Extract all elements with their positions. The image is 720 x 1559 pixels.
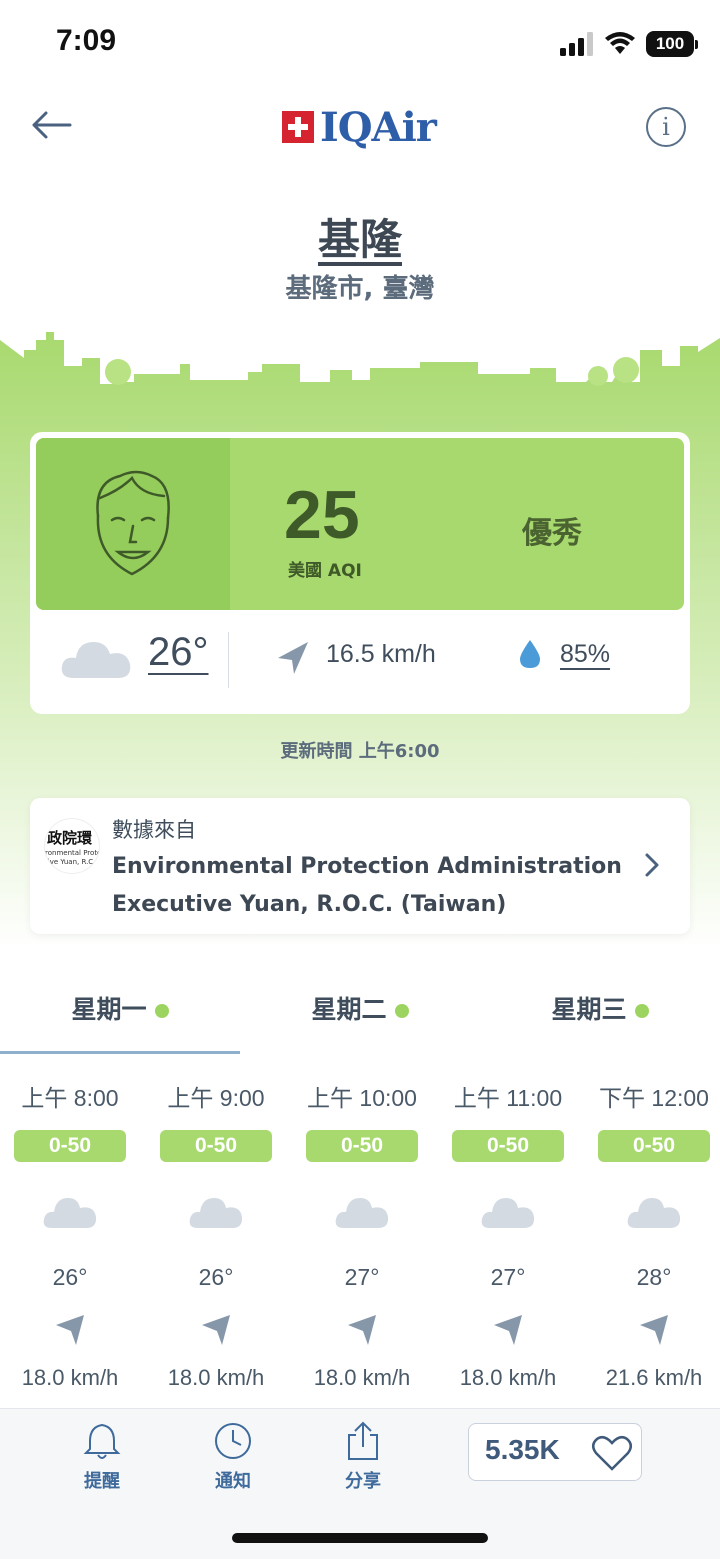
aqi-card[interactable]: 25 美國 AQI 優秀 26° 16.5 km/h 85% [30, 432, 690, 714]
city-name[interactable]: 基隆 [0, 206, 720, 267]
battery-indicator: 100 [646, 31, 698, 57]
back-arrow-icon [32, 111, 72, 139]
bell-icon [83, 1423, 121, 1459]
reminder-label: 提醒 [84, 1471, 120, 1492]
face-icon [96, 470, 170, 576]
divider [228, 632, 229, 688]
status-dot [634, 1004, 649, 1018]
hour-wind: 18.0 km/h [21, 1365, 119, 1390]
source-title: 數據來自 [112, 818, 196, 842]
share-button[interactable]: 分享 [323, 1421, 403, 1493]
reminder-button[interactable]: 提醒 [62, 1421, 142, 1493]
cloud-icon [189, 1198, 243, 1228]
status-icons: 100 [560, 28, 698, 60]
home-indicator [232, 1533, 488, 1543]
aqi-value: 25 [284, 477, 360, 553]
weather-row: 26° 16.5 km/h 85% [30, 622, 690, 704]
clock-icon [215, 1423, 251, 1459]
signal-icon [560, 32, 593, 56]
hour-time: 下午 12:00 [599, 1085, 709, 1111]
humidity[interactable]: 85% [560, 640, 610, 669]
cloud-icon [335, 1198, 389, 1228]
day-tabs: 星期一 星期二 星期三 [0, 990, 720, 1056]
wind-direction-icon [494, 1315, 522, 1345]
hour-wind: 18.0 km/h [459, 1365, 557, 1390]
wind-speed: 16.5 km/h [326, 640, 436, 668]
hour-temp: 28° [636, 1264, 672, 1290]
status-time: 7:09 [56, 24, 117, 57]
cloud-icon [43, 1198, 97, 1228]
updated-time: 更新時間 上午6:00 [280, 741, 440, 762]
cloud-icon [61, 642, 131, 678]
top-navigation: IQAir i [0, 95, 720, 159]
hour-time: 上午 11:00 [453, 1085, 563, 1111]
back-button[interactable] [28, 105, 74, 145]
hour-temp: 27° [344, 1264, 380, 1290]
hour-time: 上午 9:00 [167, 1085, 265, 1111]
hour-wind: 21.6 km/h [605, 1365, 703, 1390]
wind-direction-icon [348, 1315, 376, 1345]
info-button[interactable]: i [646, 107, 686, 147]
status-dot [154, 1004, 169, 1018]
tab-tuesday[interactable]: 星期二 [240, 990, 480, 1054]
hour-temp: 26° [52, 1264, 88, 1290]
swiss-cross-icon [282, 111, 314, 143]
hour-item: 上午 9:00 0-50 26° 18.0 km/h [143, 1076, 289, 1391]
wind-direction-icon [56, 1315, 84, 1345]
tab-monday[interactable]: 星期一 [0, 990, 240, 1054]
heart-icon [592, 1435, 632, 1471]
share-label: 分享 [345, 1471, 381, 1492]
hour-wind: 18.0 km/h [313, 1365, 411, 1390]
hour-wind: 18.0 km/h [167, 1365, 265, 1390]
hour-time: 上午 8:00 [21, 1085, 119, 1111]
chevron-right-icon [645, 853, 659, 877]
like-count: 5.35K [485, 1434, 560, 1465]
cloud-icon [627, 1198, 681, 1228]
bottom-toolbar: 提醒 通知 分享 5.35K [0, 1408, 720, 1559]
data-source-card[interactable]: 政院環 ronmental Protec tive Yuan, R.C 數據來自 … [30, 798, 690, 934]
tab-wednesday[interactable]: 星期三 [480, 990, 720, 1054]
hour-item: 上午 11:00 0-50 27° 18.0 km/h [435, 1076, 581, 1391]
hour-aqi-badge: 0-50 [598, 1130, 710, 1162]
share-icon [348, 1421, 378, 1460]
hour-aqi-badge: 0-50 [160, 1130, 272, 1162]
hour-time: 上午 10:00 [307, 1085, 417, 1111]
hour-aqi-badge: 0-50 [306, 1130, 418, 1162]
wind-direction-icon [640, 1315, 668, 1345]
cloud-icon [481, 1198, 535, 1228]
aqi-band: 25 美國 AQI 優秀 [36, 438, 684, 610]
brand-name: IQAir [320, 103, 437, 151]
hour-item: 上午 10:00 0-50 27° 18.0 km/h [289, 1076, 435, 1391]
notifications-button[interactable]: 通知 [193, 1421, 273, 1493]
city-region: 基隆市, 臺灣 [285, 274, 435, 304]
aqi-unit: 美國 AQI [288, 561, 362, 581]
wifi-icon [605, 32, 635, 54]
hour-temp: 27° [490, 1264, 526, 1290]
like-button[interactable]: 5.35K [468, 1423, 642, 1481]
wind-direction-icon [202, 1315, 230, 1345]
source-name: Environmental Protection Administration … [112, 854, 622, 917]
hour-aqi-badge: 0-50 [452, 1130, 564, 1162]
humidity-drop-icon [520, 640, 540, 668]
info-icon: i [662, 113, 670, 141]
hour-item: 上午 8:00 0-50 26° 18.0 km/h [0, 1076, 143, 1391]
hour-item: 下午 12:00 0-50 28° 21.6 km/h [581, 1076, 720, 1391]
temperature[interactable]: 26° [148, 630, 209, 675]
aqi-level-label: 優秀 [522, 516, 582, 551]
status-bar: 7:09 100 [0, 0, 720, 90]
hour-temp: 26° [198, 1264, 234, 1290]
wind-direction-icon [278, 642, 308, 674]
hour-aqi-badge: 0-50 [14, 1130, 126, 1162]
iqair-logo: IQAir [282, 103, 437, 151]
aqi-face-panel [36, 438, 230, 610]
status-dot [394, 1004, 409, 1018]
notifications-label: 通知 [215, 1471, 251, 1492]
source-logo: 政院環 ronmental Protec tive Yuan, R.C [44, 818, 100, 874]
